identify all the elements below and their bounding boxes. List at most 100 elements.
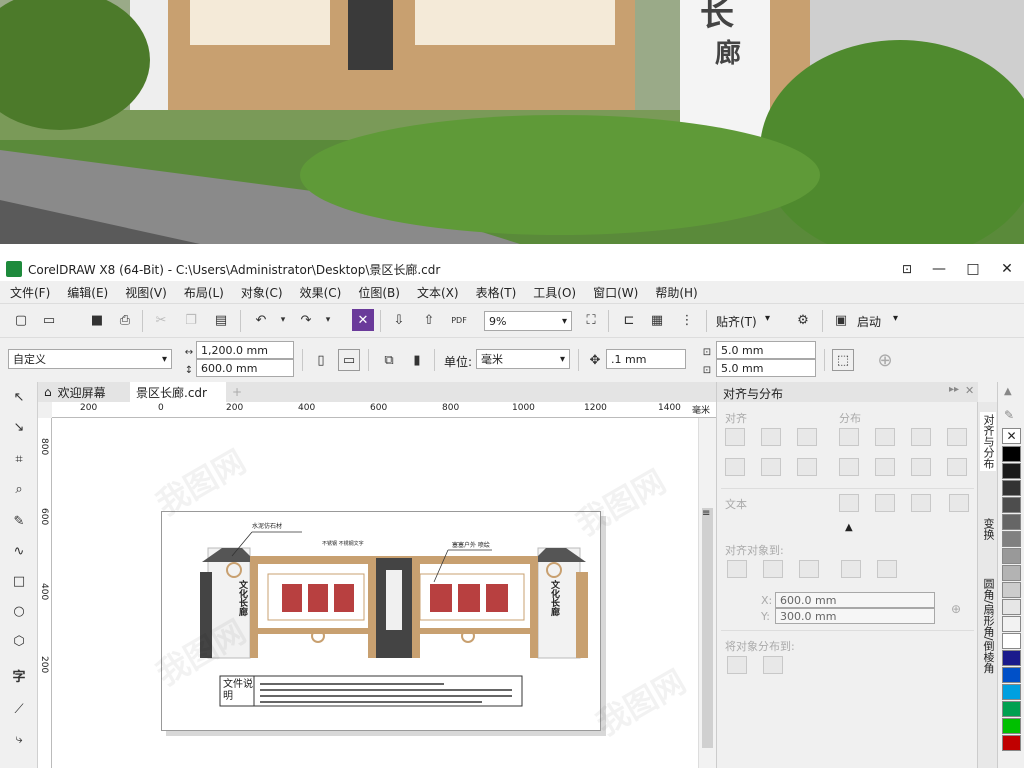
palette-arrow-icon[interactable]: ▲ (1004, 386, 1012, 397)
distribute-to-selection-icon[interactable] (727, 656, 747, 674)
undo-dropdown-icon[interactable]: ▾ (272, 309, 294, 331)
menu-bitmaps[interactable]: 位图(B) (358, 284, 400, 301)
text-first-baseline-icon[interactable] (839, 494, 859, 512)
zoom-level-field[interactable]: 9% (484, 311, 572, 331)
align-to-point-icon[interactable] (877, 560, 897, 578)
account-icon[interactable]: ⊡ (890, 257, 924, 281)
full-screen-icon[interactable]: ⛶ (580, 309, 602, 331)
show-guidelines-icon[interactable]: ⋮ (676, 309, 698, 331)
menu-text[interactable]: 文本(X) (417, 284, 459, 301)
color-swatch[interactable] (1002, 735, 1021, 751)
zoom-tool-icon[interactable]: ⌕ (8, 478, 30, 500)
artistic-media-icon[interactable]: ∿ (8, 540, 30, 562)
landscape-icon[interactable]: ▭ (338, 349, 360, 371)
bleed-icon[interactable]: ⬚ (832, 349, 854, 371)
menu-tools[interactable]: 工具(O) (533, 284, 576, 301)
no-color-swatch[interactable]: ✕ (1002, 428, 1021, 444)
color-swatch[interactable] (1002, 463, 1021, 479)
options-gear-icon[interactable]: ⚙ (792, 309, 814, 331)
align-bottom-icon[interactable] (797, 458, 817, 476)
show-grid-icon[interactable]: ▦ (646, 309, 668, 331)
distribute-to-page-icon[interactable] (763, 656, 783, 674)
color-swatch[interactable] (1002, 701, 1021, 717)
color-swatch[interactable] (1002, 565, 1021, 581)
connector-tool-icon[interactable]: ⤷ (8, 728, 30, 750)
shape-tool-icon[interactable]: ↘ (8, 416, 30, 438)
menu-window[interactable]: 窗口(W) (593, 284, 638, 301)
collapse-arrow-icon[interactable]: ▲ (845, 522, 853, 533)
crop-tool-icon[interactable]: ⌗ (8, 448, 30, 470)
color-swatch[interactable] (1002, 514, 1021, 530)
distribute-bottom-icon[interactable] (911, 458, 931, 476)
color-swatch[interactable] (1002, 684, 1021, 700)
color-swatch[interactable] (1002, 616, 1021, 632)
snap-to-button[interactable]: 贴齐(T) (716, 313, 757, 330)
duplicate-x-field[interactable]: 5.0 mm (716, 341, 816, 359)
color-swatch[interactable] (1002, 633, 1021, 649)
import-icon[interactable]: ⇩ (388, 309, 410, 331)
rectangle-tool-icon[interactable]: □ (8, 570, 30, 592)
parallel-dimension-icon[interactable]: ⟋ (8, 698, 30, 720)
menu-effects[interactable]: 效果(C) (300, 284, 342, 301)
restore-button[interactable]: □ (956, 257, 990, 281)
align-center-h-icon[interactable] (761, 428, 781, 446)
align-left-icon[interactable] (725, 428, 745, 446)
unit-select[interactable]: 毫米 (476, 349, 570, 369)
align-center-v-icon[interactable] (761, 458, 781, 476)
print-icon[interactable]: ⎙ (114, 309, 136, 331)
copy-icon[interactable]: ❐ (180, 309, 202, 331)
align-to-grid-icon[interactable] (841, 560, 861, 578)
export-icon[interactable]: ⇧ (418, 309, 440, 331)
menu-help[interactable]: 帮助(H) (655, 284, 697, 301)
close-button[interactable]: ✕ (990, 257, 1024, 281)
tab-welcome[interactable]: ⌂ 欢迎屏幕 (38, 382, 130, 402)
color-swatch[interactable] (1002, 548, 1021, 564)
tab-transform[interactable]: 变换 (980, 518, 996, 540)
color-swatch[interactable] (1002, 497, 1021, 513)
color-swatch[interactable] (1002, 582, 1021, 598)
color-swatch[interactable] (1002, 718, 1021, 734)
color-swatch[interactable] (1002, 480, 1021, 496)
tab-fillet-scallop[interactable]: 圆角/扇形角/倒棱角 (980, 578, 996, 673)
nudge-distance-field[interactable]: .1 mm (606, 349, 686, 369)
add-page-icon[interactable]: ⊕ (874, 349, 896, 371)
distribute-top-icon[interactable] (839, 458, 859, 476)
pdf-export-icon[interactable]: PDF (448, 309, 470, 331)
redo-dropdown-icon[interactable]: ▾ (317, 309, 339, 331)
new-document-icon[interactable]: ▢ (10, 309, 32, 331)
polygon-tool-icon[interactable]: ⬡ (8, 630, 30, 652)
tab-document[interactable]: 景区长廊.cdr (130, 382, 226, 402)
launch-dropdown-icon[interactable]: ▾ (893, 313, 898, 324)
align-top-icon[interactable] (725, 458, 745, 476)
show-rulers-icon[interactable]: ⊏ (618, 309, 640, 331)
all-pages-icon[interactable]: ⧉ (378, 349, 400, 371)
color-swatch[interactable] (1002, 446, 1021, 462)
menu-view[interactable]: 视图(V) (125, 284, 167, 301)
current-page-icon[interactable]: ▮ (406, 349, 428, 371)
undo-icon[interactable]: ↶ (250, 309, 272, 331)
snap-dropdown-icon[interactable]: ▾ (765, 313, 770, 324)
drawing-canvas[interactable]: 水泥仿石材 不锈钢 不锈钢文字 塞塞户外 喷绘 文化长廊 文化长廊 文件说明 我… (52, 418, 698, 768)
scroll-thumb[interactable] (702, 508, 713, 748)
open-folder-icon[interactable]: ▭ (38, 309, 60, 331)
align-to-page-center-icon[interactable] (799, 560, 819, 578)
menu-table[interactable]: 表格(T) (476, 284, 517, 301)
page-height-field[interactable]: 600.0 mm (196, 359, 294, 377)
color-swatch[interactable] (1002, 531, 1021, 547)
ellipse-tool-icon[interactable]: ○ (8, 600, 30, 622)
portrait-icon[interactable]: ▯ (310, 349, 332, 371)
menu-layout[interactable]: 布局(L) (184, 284, 224, 301)
x-position-field[interactable]: 600.0 mm (775, 592, 935, 608)
target-point-icon[interactable]: ⊕ (951, 602, 961, 616)
launch-icon[interactable]: ▣ (830, 309, 852, 331)
freehand-tool-icon[interactable]: ✎ (8, 510, 30, 532)
vertical-scrollbar[interactable]: ≡ (698, 418, 716, 768)
menu-edit[interactable]: 编辑(E) (67, 284, 108, 301)
align-to-active-object-icon[interactable] (727, 560, 747, 578)
launch-button[interactable]: 启动 (857, 313, 881, 330)
paste-icon[interactable]: ▤ (210, 309, 232, 331)
text-tool-icon[interactable]: 字 (8, 664, 30, 686)
distribute-spacing-h-icon[interactable] (947, 428, 967, 446)
menu-object[interactable]: 对象(C) (241, 284, 283, 301)
page-preset-select[interactable]: 自定义 (8, 349, 172, 369)
